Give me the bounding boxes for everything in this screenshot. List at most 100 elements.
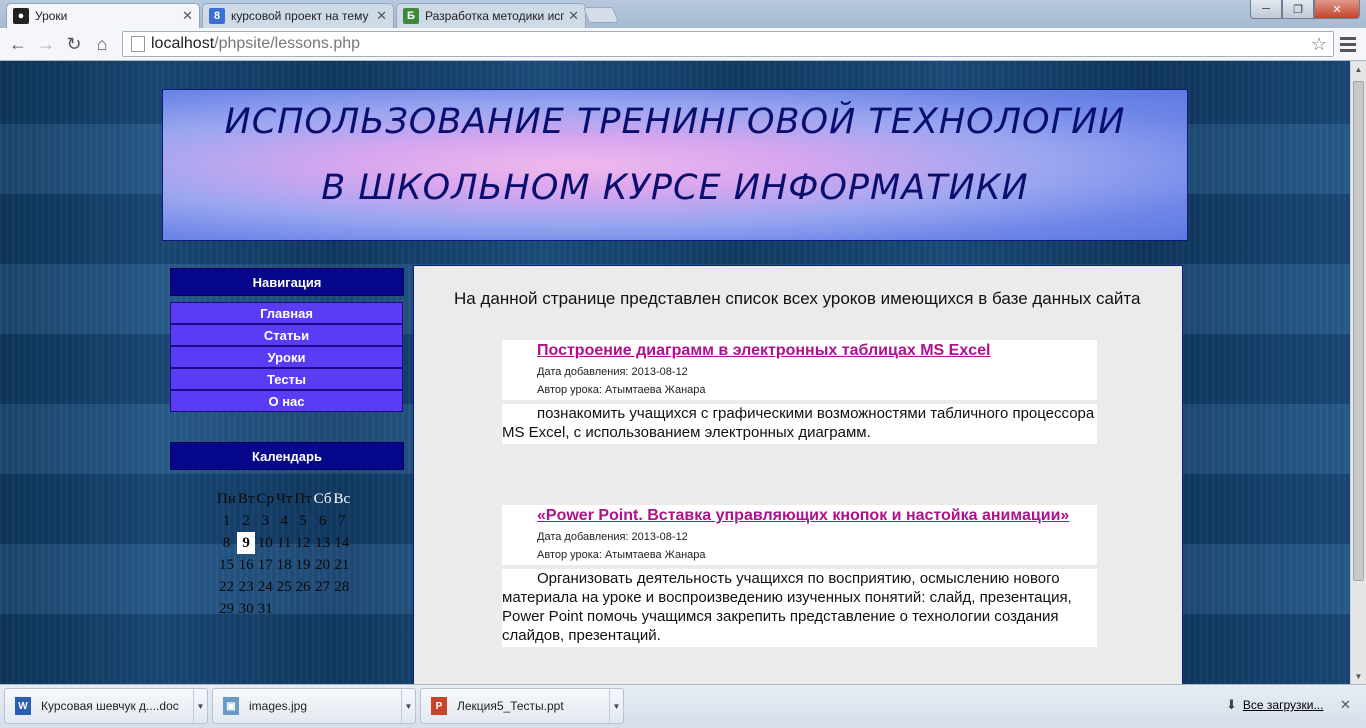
calendar-week: 22 23 24 25 26 27 28 <box>216 576 351 598</box>
b-icon: Б <box>403 8 419 24</box>
download-menu-arrow-icon[interactable]: ▼ <box>193 689 207 723</box>
forward-arrow-icon[interactable]: → <box>34 32 58 56</box>
lesson-title-link[interactable]: Построение диаграмм в электронных таблиц… <box>537 341 1097 360</box>
word-doc-icon: W <box>15 697 31 715</box>
close-tab-icon[interactable]: ✕ <box>182 8 193 24</box>
address-bar[interactable]: localhost/phpsite/lessons.php ☆ <box>122 31 1334 57</box>
calendar-day: 16 <box>238 556 254 573</box>
weekday: Пн <box>217 490 236 507</box>
calendar-day: 17 <box>257 556 273 573</box>
calendar: Пн Вт Ср Чт Пт Сб Вс 1 2 3 4 5 6 7 8 9 1… <box>216 488 351 620</box>
calendar-day: 15 <box>218 556 234 573</box>
bookmark-star-icon[interactable]: ☆ <box>1311 34 1327 55</box>
download-menu-arrow-icon[interactable]: ▼ <box>401 689 415 723</box>
nav-item-home[interactable]: Главная <box>170 302 403 324</box>
weekday: Чт <box>275 490 293 507</box>
download-filename: Курсовая шевчук д....doc <box>41 699 179 713</box>
download-item[interactable]: W Курсовая шевчук д....doc ▼ <box>4 688 208 724</box>
calendar-day: 31 <box>257 600 273 617</box>
banner-title-line-2: В ШКОЛЬНОМ КУРСЕ ИНФОРМАТИКИ <box>321 168 1029 208</box>
calendar-day <box>275 598 293 620</box>
page-viewport: ИСПОЛЬЗОВАНИЕ ТРЕНИНГОВОЙ ТЕХНОЛОГИИ В Ш… <box>0 61 1350 684</box>
download-item[interactable]: ▣ images.jpg ▼ <box>212 688 416 724</box>
calendar-day: 1 <box>222 512 231 529</box>
lesson-author: Автор урока: Атымтаева Жанара <box>537 549 706 561</box>
calendar-week: 1 2 3 4 5 6 7 <box>216 510 351 532</box>
nav-item-about[interactable]: О нас <box>170 390 403 412</box>
url-path: /phpsite/lessons.php <box>214 35 361 52</box>
calendar-day: 8 <box>222 534 231 551</box>
calendar-week: 15 16 17 18 19 20 21 <box>216 554 351 576</box>
scroll-up-arrow-icon[interactable]: ▲ <box>1351 61 1366 77</box>
lesson-header: Построение диаграмм в электронных таблиц… <box>502 340 1097 400</box>
download-filename: images.jpg <box>249 699 308 713</box>
calendar-day: 4 <box>280 512 288 529</box>
calendar-day <box>293 598 312 620</box>
nav-item-articles[interactable]: Статьи <box>170 324 403 346</box>
calendar-day: 18 <box>276 556 292 573</box>
tab-methodology[interactable]: Б Разработка методики исп ✕ <box>396 3 586 28</box>
lesson-card: «Power Point. Вставка управляющих кнопок… <box>502 505 1097 647</box>
lesson-date: Дата добавления: 2013-08-12 <box>537 531 688 543</box>
all-downloads-link[interactable]: Все загрузки... <box>1243 698 1324 712</box>
close-window-button[interactable]: ✕ <box>1314 0 1360 19</box>
calendar-day: 14 <box>334 534 350 551</box>
main-content: На данной странице представлен список вс… <box>413 265 1183 684</box>
calendar-week: 8 9 10 11 12 13 14 <box>216 532 351 554</box>
tab-google-search[interactable]: 8 курсовой проект на тему ✕ <box>202 3 394 28</box>
calendar-week: 29 30 31 <box>216 598 351 620</box>
download-filename: Лекция5_Тесты.ppt <box>457 699 564 713</box>
calendar-day: 5 <box>299 512 307 529</box>
lesson-card: Построение диаграмм в электронных таблиц… <box>502 340 1097 444</box>
home-icon[interactable]: ⌂ <box>90 32 114 56</box>
weekday: Сб <box>313 490 332 507</box>
calendar-day: 2 <box>242 512 250 529</box>
calendar-day: 10 <box>257 534 273 551</box>
scrollbar-thumb[interactable] <box>1353 81 1364 581</box>
navigation-menu: Главная Статьи Уроки Тесты О нас <box>170 302 403 412</box>
minimize-button[interactable]: ─ <box>1250 0 1282 19</box>
download-item[interactable]: P Лекция5_Тесты.ppt ▼ <box>420 688 624 724</box>
download-arrow-icon: ⬇ <box>1226 697 1237 712</box>
tab-title: Разработка методики исп <box>425 9 565 23</box>
url-text: localhost/phpsite/lessons.php <box>151 35 360 53</box>
menu-icon[interactable] <box>1340 34 1356 54</box>
tab-lessons[interactable]: ● Уроки ✕ <box>6 3 200 28</box>
close-shelf-icon[interactable]: ✕ <box>1340 697 1351 713</box>
calendar-day: 26 <box>295 578 311 595</box>
maximize-button[interactable]: ❐ <box>1282 0 1314 19</box>
calendar-day-today: 9 <box>236 532 256 554</box>
calendar-day: 23 <box>238 578 254 595</box>
lesson-date: Дата добавления: 2013-08-12 <box>537 366 688 378</box>
tab-title: курсовой проект на тему <box>231 9 369 23</box>
close-tab-icon[interactable]: ✕ <box>568 8 579 24</box>
weekday: Вс <box>333 490 351 507</box>
banner-title-line-1: ИСПОЛЬЗОВАНИЕ ТРЕНИНГОВОЙ ТЕХНОЛОГИИ <box>224 102 1126 142</box>
google-icon: 8 <box>209 8 225 24</box>
nav-item-tests[interactable]: Тесты <box>170 368 403 390</box>
vertical-scrollbar[interactable]: ▲ ▼ <box>1350 61 1366 684</box>
reload-icon[interactable]: ↻ <box>62 32 86 56</box>
all-downloads[interactable]: ⬇ Все загрузки... <box>1226 697 1323 713</box>
nav-item-lessons[interactable]: Уроки <box>170 346 403 368</box>
calendar-header: Календарь <box>170 442 404 470</box>
site-banner: ИСПОЛЬЗОВАНИЕ ТРЕНИНГОВОЙ ТЕХНОЛОГИИ В Ш… <box>162 89 1188 241</box>
powerpoint-icon: P <box>431 697 447 715</box>
close-tab-icon[interactable]: ✕ <box>376 8 387 24</box>
calendar-day: 6 <box>318 512 327 529</box>
back-arrow-icon[interactable]: ← <box>6 32 30 56</box>
lesson-description: познакомить учащихся с графическими возм… <box>502 404 1097 444</box>
navigation-header: Навигация <box>170 268 404 296</box>
new-tab-button[interactable] <box>583 7 619 23</box>
page-intro: На данной странице представлен список вс… <box>454 289 1141 308</box>
lesson-header: «Power Point. Вставка управляющих кнопок… <box>502 505 1097 565</box>
tab-strip: ● Уроки ✕ 8 курсовой проект на тему ✕ Б … <box>0 0 1366 28</box>
browser-toolbar: ← → ↻ ⌂ localhost/phpsite/lessons.php ☆ <box>0 28 1366 61</box>
lesson-title-link[interactable]: «Power Point. Вставка управляющих кнопок… <box>537 506 1097 525</box>
download-menu-arrow-icon[interactable]: ▼ <box>609 689 623 723</box>
spy-icon: ● <box>13 8 29 24</box>
calendar-day: 22 <box>218 578 234 595</box>
lesson-description: Организовать деятельность учащихся по во… <box>502 569 1097 647</box>
page-icon <box>131 36 145 52</box>
scroll-down-arrow-icon[interactable]: ▼ <box>1351 668 1366 684</box>
